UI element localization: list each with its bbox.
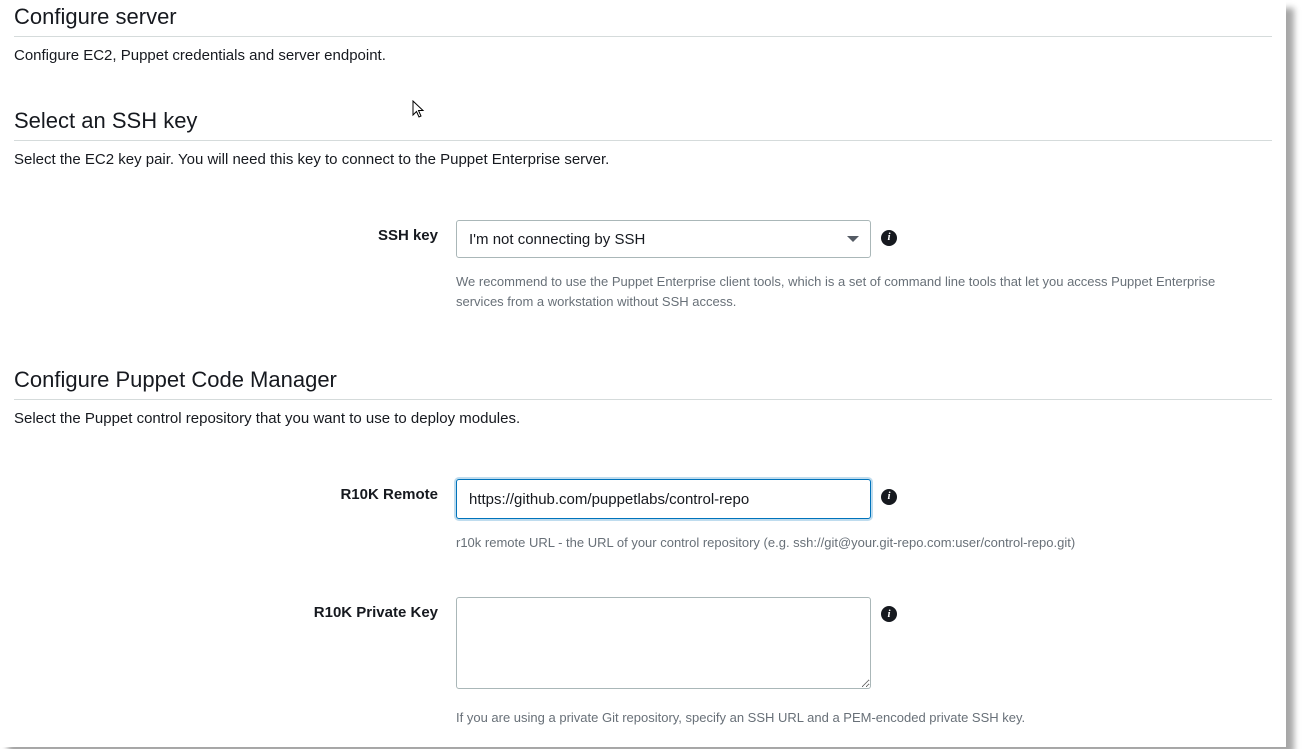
ssh-key-select-value: I'm not connecting by SSH bbox=[469, 231, 645, 248]
r10k-private-key-hint: If you are using a private Git repositor… bbox=[456, 708, 1256, 728]
info-icon[interactable]: i bbox=[881, 230, 897, 246]
configure-server-desc: Configure EC2, Puppet credentials and se… bbox=[14, 47, 1272, 64]
ssh-key-select[interactable]: I'm not connecting by SSH bbox=[456, 220, 871, 258]
ssh-key-row: SSH key I'm not connecting by SSH i bbox=[14, 220, 1272, 258]
ssh-key-label: SSH key bbox=[14, 220, 456, 244]
r10k-remote-row: R10K Remote i bbox=[14, 479, 1272, 519]
ssh-key-section-desc: Select the EC2 key pair. You will need t… bbox=[14, 151, 1272, 168]
r10k-private-key-label: R10K Private Key bbox=[14, 597, 456, 621]
r10k-remote-hint: r10k remote URL - the URL of your contro… bbox=[456, 533, 1256, 553]
r10k-private-key-input[interactable] bbox=[456, 597, 871, 689]
r10k-remote-label: R10K Remote bbox=[14, 479, 456, 503]
ssh-key-section-title: Select an SSH key bbox=[14, 108, 1272, 141]
r10k-private-key-row: R10K Private Key i bbox=[14, 597, 1272, 694]
ssh-key-hint: We recommend to use the Puppet Enterpris… bbox=[456, 272, 1256, 311]
info-icon[interactable]: i bbox=[881, 489, 897, 505]
code-manager-title: Configure Puppet Code Manager bbox=[14, 367, 1272, 400]
info-icon[interactable]: i bbox=[881, 606, 897, 622]
r10k-remote-input[interactable] bbox=[456, 479, 871, 519]
configure-server-form: Configure server Configure EC2, Puppet c… bbox=[0, 0, 1286, 747]
code-manager-desc: Select the Puppet control repository tha… bbox=[14, 410, 1272, 427]
configure-server-title: Configure server bbox=[14, 4, 1272, 37]
